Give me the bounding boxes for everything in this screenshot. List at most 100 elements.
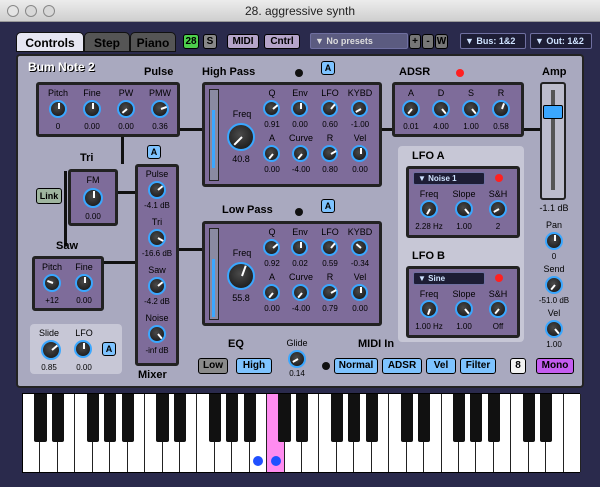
lfoa-wave-select[interactable]: ▼ Noise 1	[413, 172, 485, 185]
link-button[interactable]: Link	[36, 188, 62, 204]
lfob-sh-knob[interactable]	[489, 300, 507, 318]
lowpass-lfo-a-button[interactable]: A	[321, 199, 335, 213]
lowpass-lfo-knob[interactable]	[321, 239, 338, 256]
midiin-normal-button[interactable]: Normal	[334, 358, 378, 374]
slide-lfo-a-button[interactable]: A	[102, 342, 116, 356]
black-key[interactable]	[278, 394, 291, 442]
midiin-vel-button[interactable]: Vel	[426, 358, 456, 374]
black-key[interactable]	[173, 394, 187, 442]
preset-remove-button[interactable]: -	[422, 34, 434, 49]
pulse-pitch-knob[interactable]	[49, 100, 67, 118]
lowpass-a-knob[interactable]	[263, 284, 280, 301]
highpass-q-knob[interactable]	[263, 100, 280, 117]
piano-keyboard[interactable]	[22, 393, 581, 473]
amp-vel-knob[interactable]	[545, 320, 563, 338]
black-key[interactable]	[365, 394, 378, 442]
black-key[interactable]	[34, 394, 47, 442]
amp-fader-thumb[interactable]	[543, 105, 563, 120]
lfoa-freq-knob[interactable]	[420, 200, 438, 218]
highpass-env-knob[interactable]	[291, 100, 308, 117]
solo-button[interactable]: S	[203, 34, 217, 49]
black-key[interactable]	[417, 394, 431, 442]
pan-knob[interactable]	[545, 232, 563, 250]
bus-select[interactable]: ▼ Bus: 1&2	[460, 33, 526, 49]
highpass-vel-knob[interactable]	[351, 145, 368, 162]
highpass-lfo-a-button[interactable]: A	[321, 61, 335, 75]
mono-button[interactable]: Mono	[536, 358, 574, 374]
lfoa-slope-knob[interactable]	[455, 200, 473, 218]
midi-button[interactable]: MIDI	[227, 34, 259, 49]
output-select[interactable]: ▼ Out: 1&2	[530, 33, 592, 49]
black-key[interactable]	[400, 394, 413, 442]
highpass-freq-knob[interactable]	[227, 123, 255, 151]
preset-write-button[interactable]: W	[435, 34, 448, 49]
black-key[interactable]	[86, 394, 99, 442]
black-key[interactable]	[540, 394, 553, 442]
highpass-curve-knob[interactable]	[292, 145, 309, 162]
preset-add-button[interactable]: +	[409, 34, 421, 49]
black-key[interactable]	[295, 394, 309, 442]
tri-fm-knob[interactable]	[83, 188, 103, 208]
pulse-fine-knob[interactable]	[83, 100, 101, 118]
controller-button[interactable]: Cntrl	[264, 34, 300, 49]
black-key[interactable]	[121, 394, 134, 442]
lfoa-sh-knob[interactable]	[489, 200, 507, 218]
adsr-s-knob[interactable]	[462, 100, 480, 118]
mixer-tri-knob[interactable]	[148, 229, 166, 247]
zoom-window-icon[interactable]	[43, 5, 55, 17]
adsr-d-knob[interactable]	[432, 100, 450, 118]
mixer-saw-knob[interactable]	[148, 277, 166, 295]
mixer-lfo-a-button[interactable]: A	[147, 145, 161, 159]
black-key[interactable]	[208, 394, 221, 442]
black-key[interactable]	[522, 394, 535, 442]
black-key[interactable]	[226, 394, 239, 442]
black-key[interactable]	[470, 394, 483, 442]
polyphony-display[interactable]: 8	[510, 358, 526, 374]
saw-fine-knob[interactable]	[75, 274, 93, 292]
mixer-noise-knob[interactable]	[148, 325, 166, 343]
highpass-kybd-knob[interactable]	[351, 100, 368, 117]
close-window-icon[interactable]	[7, 5, 19, 17]
tab-step[interactable]: Step	[84, 32, 130, 52]
black-key[interactable]	[348, 394, 361, 442]
adsr-a-knob[interactable]	[402, 100, 420, 118]
lowpass-curve-knob[interactable]	[292, 284, 309, 301]
eq-high-button[interactable]: High	[236, 358, 272, 374]
black-key[interactable]	[104, 394, 117, 442]
send-knob[interactable]	[545, 276, 563, 294]
pulse-pmw-knob[interactable]	[151, 100, 169, 118]
minimize-window-icon[interactable]	[25, 5, 37, 17]
slide-lfo-knob[interactable]	[74, 340, 92, 358]
adsr-r-knob[interactable]	[492, 100, 510, 118]
midiin-adsr-button[interactable]: ADSR	[382, 358, 422, 374]
lowpass-enable-dot[interactable]	[295, 208, 303, 216]
highpass-enable-dot[interactable]	[295, 69, 303, 77]
lowpass-vel-knob[interactable]	[351, 284, 368, 301]
amp-fader[interactable]	[540, 82, 566, 200]
highpass-a-knob[interactable]	[263, 145, 280, 162]
adsr-active-dot[interactable]	[456, 69, 464, 77]
preset-select[interactable]: ▼ No presets	[310, 33, 408, 49]
lowpass-kybd-knob[interactable]	[351, 239, 368, 256]
black-key[interactable]	[330, 394, 343, 442]
glide-knob[interactable]	[288, 350, 306, 368]
lfob-sync-dot[interactable]	[495, 274, 503, 282]
black-key[interactable]	[156, 394, 169, 442]
tab-piano[interactable]: Piano	[130, 32, 176, 52]
white-key[interactable]	[563, 394, 581, 472]
lfob-slope-knob[interactable]	[455, 300, 473, 318]
lfoa-sync-dot[interactable]	[495, 174, 503, 182]
black-key[interactable]	[452, 394, 466, 442]
lowpass-r-knob[interactable]	[321, 284, 338, 301]
pulse-pw-knob[interactable]	[117, 100, 135, 118]
black-key[interactable]	[487, 394, 500, 442]
mixer-pulse-knob[interactable]	[148, 181, 166, 199]
eq-low-button[interactable]: Low	[198, 358, 228, 374]
black-key[interactable]	[243, 394, 256, 442]
black-key[interactable]	[51, 394, 64, 442]
slide-knob[interactable]	[41, 340, 61, 360]
lfob-wave-select[interactable]: ▼ Sine	[413, 272, 485, 285]
lowpass-env-knob[interactable]	[291, 239, 308, 256]
tab-controls[interactable]: Controls	[16, 32, 84, 52]
saw-pitch-knob[interactable]	[43, 274, 61, 292]
